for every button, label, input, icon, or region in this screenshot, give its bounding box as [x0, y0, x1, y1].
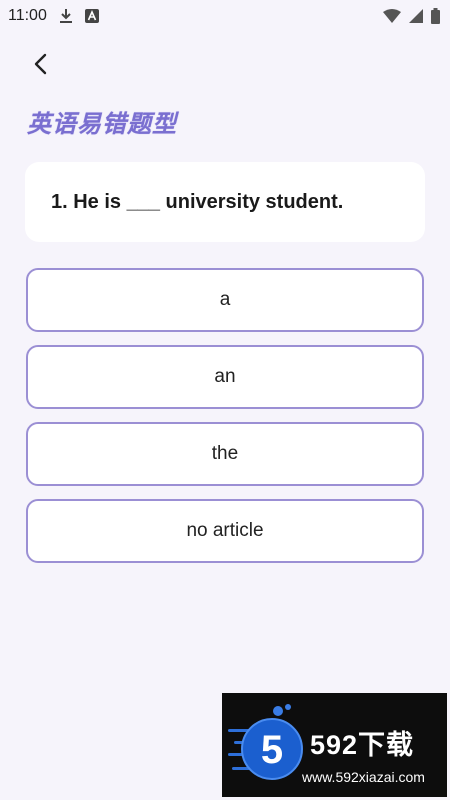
signal-icon	[409, 9, 423, 23]
option-label: an	[214, 366, 236, 387]
option-label: the	[211, 443, 239, 464]
option-button-a[interactable]: a	[26, 268, 424, 332]
watermark: 5 592下载 www.592xiazai.com	[222, 693, 447, 797]
battery-icon	[431, 8, 440, 24]
question-card: 1. He is ___ university student.	[25, 162, 425, 242]
option-button-the[interactable]: the	[26, 422, 424, 486]
option-button-no-article[interactable]: no article	[26, 499, 424, 563]
option-button-an[interactable]: an	[26, 345, 424, 409]
question-text: 1. He is ___ university student.	[51, 190, 344, 213]
watermark-logo-glyph: 5	[261, 728, 283, 772]
back-button[interactable]	[22, 48, 58, 84]
status-left: 11:00	[8, 7, 99, 25]
watermark-brand: 592下载	[310, 730, 415, 760]
chevron-left-icon	[33, 53, 47, 80]
option-label: a	[219, 289, 231, 310]
status-right	[383, 8, 440, 24]
watermark-url: www.592xiazai.com	[302, 769, 425, 785]
status-time: 11:00	[8, 7, 47, 24]
watermark-logo: 5	[228, 697, 308, 797]
download-icon	[59, 8, 73, 24]
wifi-icon	[383, 9, 401, 23]
font-a-icon	[84, 9, 99, 23]
option-label: no article	[186, 520, 264, 541]
status-bar: 11:00	[0, 0, 450, 32]
page-title: 英语易错题型	[27, 109, 177, 138]
